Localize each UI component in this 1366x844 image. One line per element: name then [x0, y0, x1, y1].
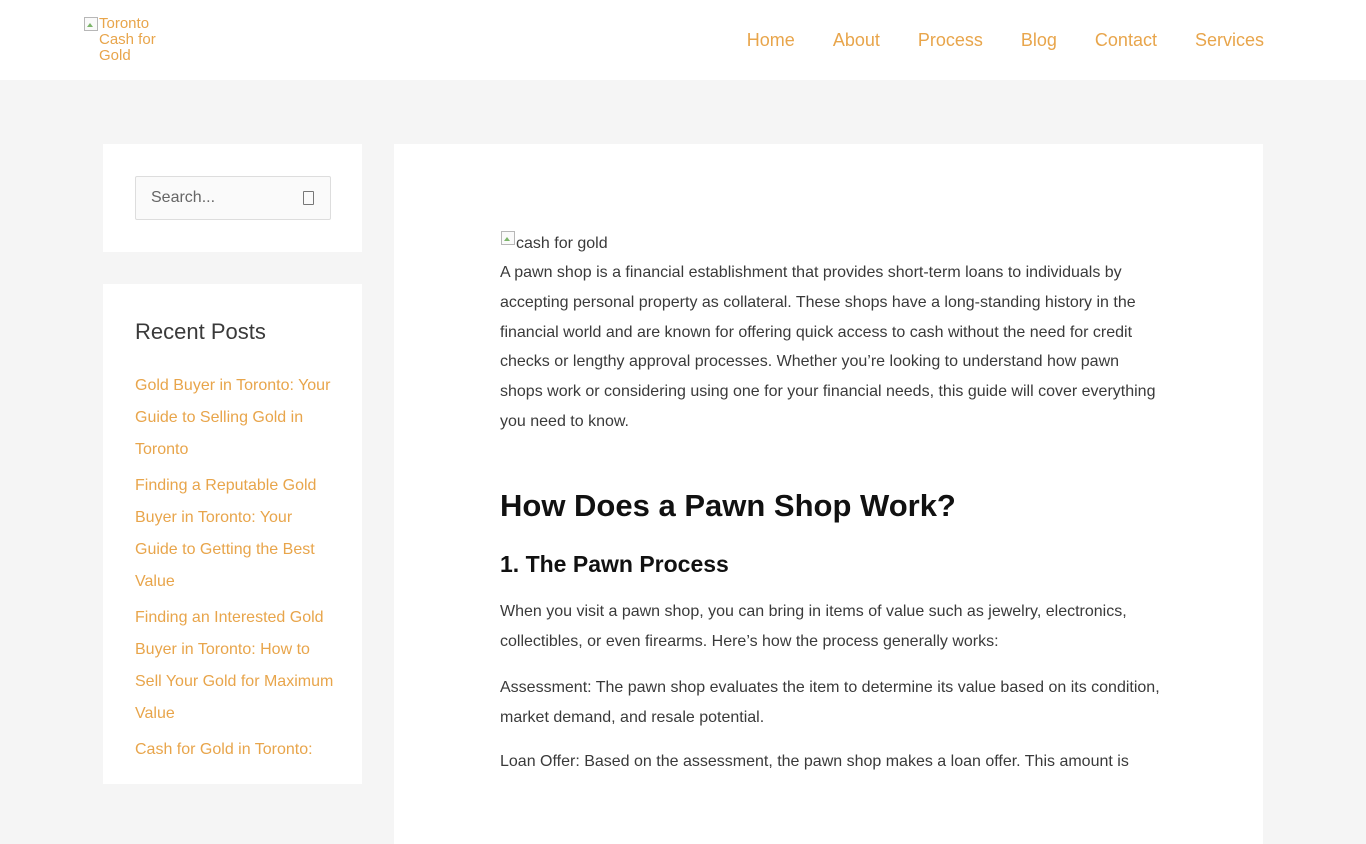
nav-contact[interactable]: Contact [1095, 28, 1157, 52]
search-form [135, 176, 331, 220]
nav-process[interactable]: Process [918, 28, 983, 52]
image-alt-text: cash for gold [516, 235, 608, 252]
intro-paragraph: A pawn shop is a financial establishment… [500, 264, 1156, 430]
section-heading: 1. The Pawn Process [500, 551, 729, 577]
recent-posts-title: Recent Posts [135, 319, 266, 344]
recent-post-link[interactable]: Cash for Gold in Toronto: [135, 741, 313, 758]
nav-services[interactable]: Services [1195, 28, 1264, 52]
article-image: cash for gold [500, 230, 1160, 258]
assessment-paragraph: Assessment: The pawn shop evaluates the … [500, 679, 1160, 726]
loan-offer-paragraph: Loan Offer: Based on the assessment, the… [500, 753, 1129, 770]
broken-image-icon [500, 230, 516, 246]
search-widget [103, 144, 362, 252]
process-paragraph: When you visit a pawn shop, you can brin… [500, 603, 1127, 650]
search-input[interactable] [136, 177, 301, 219]
nav-about[interactable]: About [833, 28, 880, 52]
logo-alt-text: Toronto Cash for Gold [99, 15, 156, 64]
site-logo[interactable]: Toronto Cash for Gold [83, 16, 173, 64]
article-content: cash for gold A pawn shop is a financial… [500, 230, 1160, 770]
site-header: Toronto Cash for Gold Home About Process… [0, 0, 1366, 80]
main-nav: Home About Process Blog Contact Services [747, 28, 1264, 52]
list-item: Finding a Reputable Gold Buyer in Toront… [135, 470, 335, 598]
article-heading: How Does a Pawn Shop Work? [500, 488, 956, 523]
recent-posts-list: Gold Buyer in Toronto: Your Guide to Sel… [135, 370, 335, 770]
recent-post-link[interactable]: Gold Buyer in Toronto: Your Guide to Sel… [135, 377, 330, 458]
search-icon[interactable] [303, 191, 314, 205]
list-item: Finding an Interested Gold Buyer in Toro… [135, 602, 335, 730]
list-item: Gold Buyer in Toronto: Your Guide to Sel… [135, 370, 335, 466]
recent-posts-widget: Recent Posts Gold Buyer in Toronto: Your… [103, 284, 362, 784]
article-card: cash for gold A pawn shop is a financial… [394, 144, 1263, 844]
nav-home[interactable]: Home [747, 28, 795, 52]
broken-image-icon [83, 16, 99, 32]
recent-post-link[interactable]: Finding a Reputable Gold Buyer in Toront… [135, 477, 316, 590]
nav-blog[interactable]: Blog [1021, 28, 1057, 52]
recent-post-link[interactable]: Finding an Interested Gold Buyer in Toro… [135, 609, 333, 722]
list-item: Cash for Gold in Toronto: [135, 734, 335, 766]
